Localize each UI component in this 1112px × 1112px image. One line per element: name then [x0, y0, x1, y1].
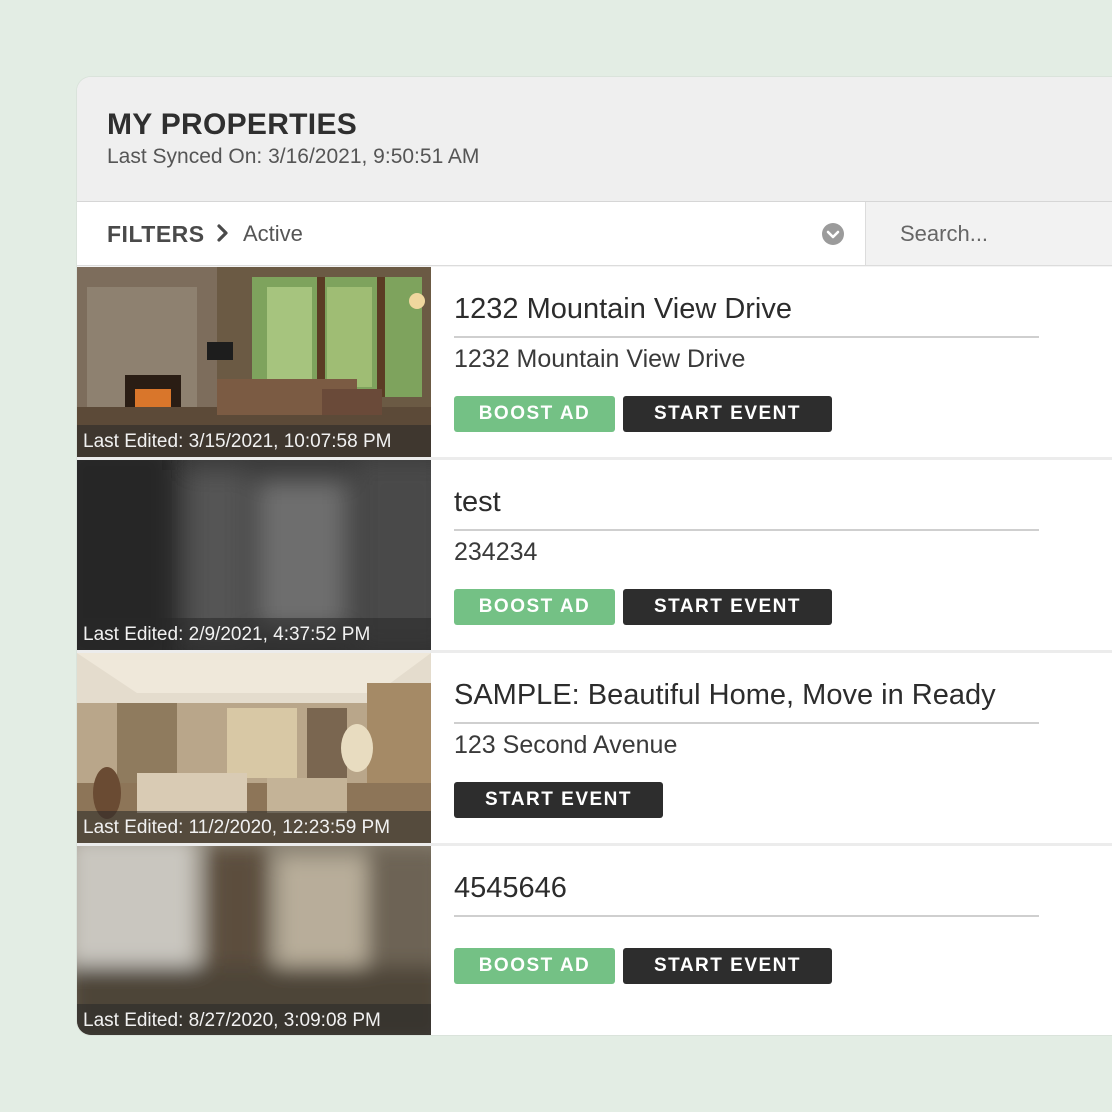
property-row[interactable]: Last Edited: 11/2/2020, 12:23:59 PM SAMP…	[77, 653, 1112, 846]
property-title[interactable]: test	[454, 486, 1039, 531]
last-edited-label: Last Edited: 2/9/2021, 4:37:52 PM	[77, 618, 431, 650]
property-info: 1232 Mountain View Drive 1232 Mountain V…	[454, 267, 1039, 457]
chevron-right-icon	[217, 224, 228, 242]
property-row[interactable]: Last Edited: 2/9/2021, 4:37:52 PM test 2…	[77, 460, 1112, 653]
header: MY PROPERTIES Last Synced On: 3/16/2021,…	[77, 77, 1112, 202]
property-title[interactable]: 4545646	[454, 872, 1039, 917]
property-actions: BOOST AD START EVENT	[454, 589, 832, 625]
start-event-button[interactable]: START EVENT	[623, 948, 832, 984]
property-photo[interactable]: Last Edited: 3/15/2021, 10:07:58 PM	[77, 267, 433, 457]
property-photo[interactable]: Last Edited: 8/27/2020, 3:09:08 PM	[77, 846, 433, 1035]
property-actions: BOOST AD START EVENT	[454, 396, 832, 432]
boost-ad-button[interactable]: BOOST AD	[454, 589, 615, 625]
property-row[interactable]: Last Edited: 8/27/2020, 3:09:08 PM 45456…	[77, 846, 1112, 1035]
start-event-button[interactable]: START EVENT	[623, 396, 832, 432]
property-title[interactable]: SAMPLE: Beautiful Home, Move in Ready	[454, 679, 1039, 724]
property-photo[interactable]: Last Edited: 2/9/2021, 4:37:52 PM	[77, 460, 433, 650]
chevron-down-circle-icon[interactable]	[821, 222, 845, 246]
property-actions: BOOST AD START EVENT	[454, 948, 832, 984]
search-box	[865, 202, 1112, 265]
last-edited-label: Last Edited: 8/27/2020, 3:09:08 PM	[77, 1004, 431, 1035]
start-event-button[interactable]: START EVENT	[454, 782, 663, 818]
property-photo[interactable]: Last Edited: 11/2/2020, 12:23:59 PM	[77, 653, 433, 843]
property-info: 4545646 BOOST AD START EVENT	[454, 846, 1039, 1035]
property-list: Last Edited: 3/15/2021, 10:07:58 PM 1232…	[77, 267, 1112, 1035]
properties-panel: MY PROPERTIES Last Synced On: 3/16/2021,…	[77, 77, 1112, 1035]
last-edited-label: Last Edited: 3/15/2021, 10:07:58 PM	[77, 425, 431, 457]
boost-ad-button[interactable]: BOOST AD	[454, 396, 615, 432]
property-address: 1232 Mountain View Drive	[454, 345, 746, 373]
page-title: MY PROPERTIES	[107, 108, 358, 141]
property-info: test 234234 BOOST AD START EVENT	[454, 460, 1039, 650]
property-actions: START EVENT	[454, 782, 663, 818]
boost-ad-button[interactable]: BOOST AD	[454, 948, 615, 984]
property-info: SAMPLE: Beautiful Home, Move in Ready 12…	[454, 653, 1039, 843]
property-address: 234234	[454, 538, 538, 566]
start-event-button[interactable]: START EVENT	[623, 589, 832, 625]
search-input[interactable]	[898, 216, 1102, 252]
filter-value[interactable]: Active	[243, 221, 303, 247]
filter-bar: FILTERS Active	[77, 202, 1112, 266]
property-title[interactable]: 1232 Mountain View Drive	[454, 293, 1039, 338]
last-synced-text: Last Synced On: 3/16/2021, 9:50:51 AM	[107, 145, 480, 168]
property-address: 123 Second Avenue	[454, 731, 678, 759]
filters-label[interactable]: FILTERS	[107, 221, 205, 248]
last-edited-label: Last Edited: 11/2/2020, 12:23:59 PM	[77, 811, 431, 843]
property-row[interactable]: Last Edited: 3/15/2021, 10:07:58 PM 1232…	[77, 267, 1112, 460]
